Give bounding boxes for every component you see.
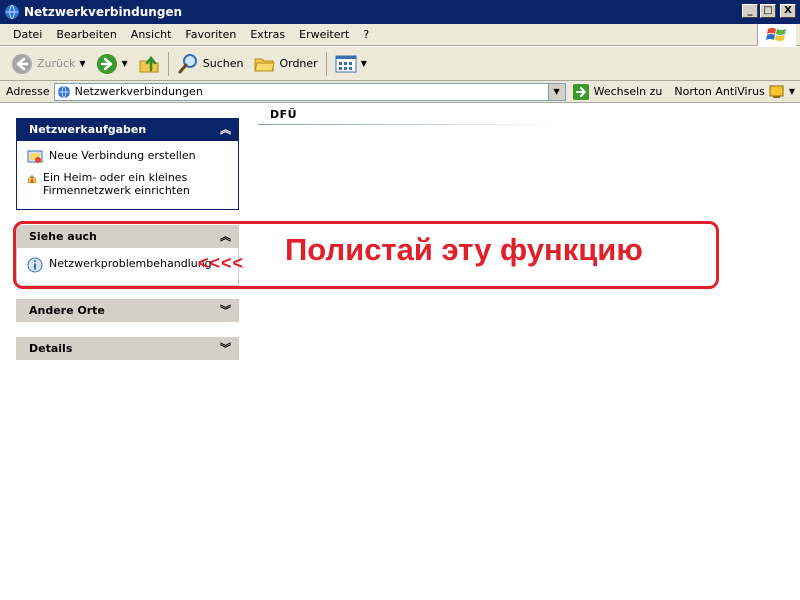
close-button[interactable]: X [780,4,796,18]
menu-extras[interactable]: Extras [243,28,292,41]
windows-flag-icon [766,28,786,41]
panel-other-places: Andere Orte ︾ [16,299,239,322]
group-divider [258,124,554,125]
minimize-button[interactable]: _ [742,4,758,18]
search-button[interactable]: Suchen [172,50,249,78]
menu-bar: Datei Bearbeiten Ansicht Favoriten Extra… [0,24,800,46]
norton-icon [769,85,784,98]
views-icon [335,55,357,72]
toolbar-separator [325,51,327,76]
menu-help[interactable]: ? [356,28,376,41]
back-button[interactable]: Zurück ▼ [6,50,91,78]
panel-title: Netzwerkaufgaben [29,123,147,136]
new-connection-icon [27,150,43,163]
task-label: Neue Verbindung erstellen [49,149,196,162]
menu-datei[interactable]: Datei [6,28,49,41]
search-label: Suchen [202,57,244,70]
goto-button[interactable]: Wechseln zu [572,83,663,101]
maximize-button[interactable]: □ [760,4,776,18]
window-title: Netzwerkverbindungen [24,5,183,19]
panel-title: Andere Orte [29,304,105,317]
expand-icon[interactable]: ︾ [220,305,231,316]
window-controls: _ □ X [742,4,796,18]
panel-body: Neue Verbindung erstellen Ein Heim- oder… [16,141,239,210]
home-network-icon [27,174,37,184]
menu-favoriten[interactable]: Favoriten [178,28,243,41]
back-label: Zurück [37,57,76,70]
address-dropdown-icon[interactable]: ▼ [547,83,565,100]
norton-dropdown-icon[interactable]: ▼ [789,87,795,96]
folder-icon [254,58,276,71]
address-label: Adresse [6,85,50,98]
task-new-connection[interactable]: Neue Verbindung erstellen [27,149,228,165]
goto-label: Wechseln zu [593,85,663,98]
forward-dropdown-icon[interactable]: ▼ [122,59,128,68]
forward-arrow-icon [96,53,117,74]
task-label: Ein Heim- oder ein kleines Firmennetzwer… [43,171,190,197]
address-input[interactable]: Netzwerkverbindungen ▼ [53,82,566,101]
views-button[interactable]: ▼ [330,50,372,78]
annotation-arrows: <<<< [198,253,245,273]
panel-header-details[interactable]: Details ︾ [16,337,239,360]
menu-ansicht[interactable]: Ansicht [124,28,179,41]
toolbar-separator [167,51,169,76]
back-arrow-icon [12,53,32,74]
toolbar: Zurück ▼ ▼ Suchen Ordner ▼ [0,47,800,81]
norton-label: Norton AntiVirus [674,85,765,98]
windows-logo [757,24,796,46]
menu-erweitert[interactable]: Erweitert [292,28,356,41]
title-bar: Netzwerkverbindungen _ □ X [0,0,800,24]
address-value: Netzwerkverbindungen [74,85,203,98]
folders-button[interactable]: Ordner [248,50,322,78]
panel-header-other-places[interactable]: Andere Orte ︾ [16,299,239,322]
network-connections-icon [5,4,19,20]
panel-title: Details [29,342,73,355]
panel-header-network-tasks[interactable]: Netzwerkaufgaben ︽ [16,118,239,141]
expand-icon[interactable]: ︾ [220,343,231,354]
folder-up-icon [139,55,159,72]
back-dropdown-icon[interactable]: ▼ [79,59,85,68]
collapse-icon[interactable]: ︽ [220,124,231,135]
panel-network-tasks: Netzwerkaufgaben ︽ Neue Verbindung erste… [16,118,239,210]
task-home-network[interactable]: Ein Heim- oder ein kleines Firmennetzwer… [27,171,228,197]
annotation-text: Полистай эту функцию [285,232,643,267]
views-dropdown-icon[interactable]: ▼ [361,59,367,68]
panel-details: Details ︾ [16,337,239,360]
group-title-dfue: DFÜ [270,108,298,121]
forward-button[interactable]: ▼ [91,50,133,78]
norton-antivirus-toolbar[interactable]: Norton AntiVirus ▼ [674,84,795,100]
address-bar: Adresse Netzwerkverbindungen ▼ Wechseln … [0,81,800,103]
up-button[interactable] [133,50,165,78]
menu-bearbeiten[interactable]: Bearbeiten [49,28,123,41]
task-pane: Netzwerkaufgaben ︽ Neue Verbindung erste… [0,103,252,600]
go-arrow-icon [572,83,589,100]
network-globe-icon [57,85,70,98]
folders-label: Ordner [279,57,318,70]
search-icon [178,53,197,73]
